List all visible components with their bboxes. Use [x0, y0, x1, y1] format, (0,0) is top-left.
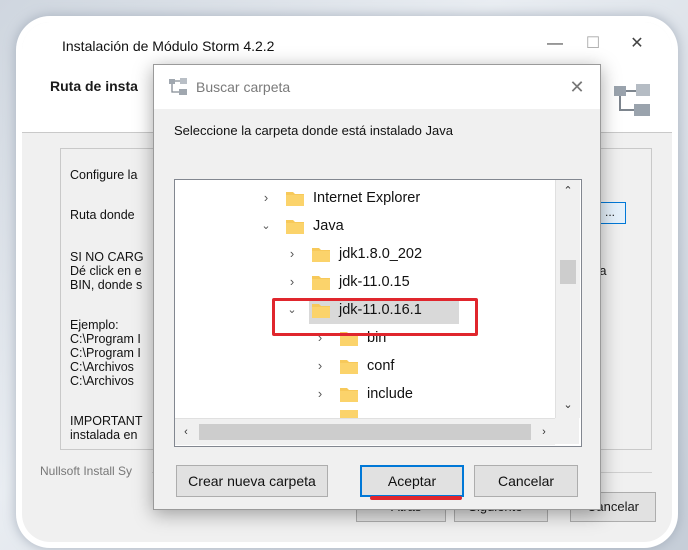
tree-item-label: jdk1.8.0_202 [339, 246, 423, 262]
installer-header-title: Ruta de insta [50, 78, 138, 94]
dialog-cancel-button[interactable]: Cancelar [474, 465, 578, 497]
chevron-right-icon[interactable]: › [313, 359, 327, 373]
info-line-3: BIN, donde s [70, 278, 143, 292]
scroll-thumb[interactable] [199, 424, 531, 440]
tree-item-label: jdk-11.0.15 [339, 274, 410, 290]
dialog-titlebar: Buscar carpeta ✕ [154, 65, 600, 109]
dialog-close-button[interactable]: ✕ [562, 73, 592, 101]
chevron-right-icon[interactable]: › [285, 275, 299, 289]
info-line-2: Dé click en e [70, 264, 142, 278]
tree-item-java[interactable]: ⌄ Java [175, 214, 555, 240]
network-icon [169, 78, 187, 95]
tree-item-jdk-11-0-15[interactable]: › jdk-11.0.15 [175, 270, 555, 296]
example-line-1: Ejemplo: [70, 318, 119, 332]
tree-item-jdk1-8[interactable]: › jdk1.8.0_202 [175, 242, 555, 268]
chevron-right-icon[interactable]: › [313, 387, 327, 401]
folder-icon [312, 248, 330, 262]
network-icon [614, 84, 650, 116]
example-line-5: C:\Archivos [70, 374, 134, 388]
close-button[interactable]: ✕ [622, 32, 652, 56]
scroll-right-icon[interactable]: › [533, 419, 555, 445]
important-line-1: IMPORTANT [70, 414, 143, 428]
browse-folder-dialog: Buscar carpeta ✕ Seleccione la carpeta d… [153, 64, 601, 510]
tree-item-label: Internet Explorer [313, 190, 421, 206]
dialog-prompt: Seleccione la carpeta donde está instala… [174, 123, 453, 138]
maximize-button[interactable]: ☐ [578, 32, 608, 56]
scrollbar-corner [555, 418, 579, 444]
folder-icon [340, 410, 358, 418]
scroll-left-icon[interactable]: ‹ [175, 419, 197, 445]
scroll-down-icon[interactable]: ⌄ [556, 394, 580, 416]
dialog-title: Buscar carpeta [196, 79, 291, 95]
chevron-right-icon[interactable]: › [259, 191, 273, 205]
horizontal-scrollbar[interactable]: ‹ › [175, 418, 555, 445]
scroll-thumb[interactable] [560, 260, 576, 284]
folder-icon [286, 220, 304, 234]
folder-icon [286, 192, 304, 206]
chevron-down-icon[interactable]: ⌄ [259, 219, 273, 233]
example-line-2: C:\Program I [70, 332, 141, 346]
scroll-up-icon[interactable]: ⌃ [556, 180, 580, 202]
folder-icon [340, 360, 358, 374]
tree-item-label: conf [367, 358, 395, 374]
highlight-underline [370, 496, 462, 500]
path-label: Ruta donde [70, 208, 135, 222]
installer-titlebar: Instalación de Módulo Storm 4.2.2 — ☐ ✕ [22, 22, 672, 58]
tree-item-internet-explorer[interactable]: › Internet Explorer [175, 186, 555, 212]
screen-area: Instalación de Módulo Storm 4.2.2 — ☐ ✕ … [22, 22, 672, 542]
folder-icon [340, 388, 358, 402]
tree-item-label: Java [313, 218, 344, 234]
important-line-2: instalada en [70, 428, 138, 442]
vertical-scrollbar[interactable]: ⌃ ⌄ [555, 180, 580, 418]
tree-item-include[interactable]: › include [175, 382, 555, 408]
folder-icon [312, 276, 330, 290]
example-line-4: C:\Archivos [70, 360, 134, 374]
info-line-1: SI NO CARG [70, 250, 144, 264]
nullsoft-footer: Nullsoft Install Sy [40, 464, 133, 478]
group-label: Configure la [68, 168, 140, 182]
chevron-right-icon[interactable]: › [285, 247, 299, 261]
installer-title: Instalación de Módulo Storm 4.2.2 [62, 38, 275, 54]
example-line-3: C:\Program I [70, 346, 141, 360]
tree-item-conf[interactable]: › conf [175, 354, 555, 380]
highlight-box [272, 298, 478, 336]
minimize-button[interactable]: — [540, 32, 570, 56]
tree-item-label: include [367, 386, 413, 402]
new-folder-button[interactable]: Crear nueva carpeta [176, 465, 328, 497]
accept-button[interactable]: Aceptar [360, 465, 464, 497]
